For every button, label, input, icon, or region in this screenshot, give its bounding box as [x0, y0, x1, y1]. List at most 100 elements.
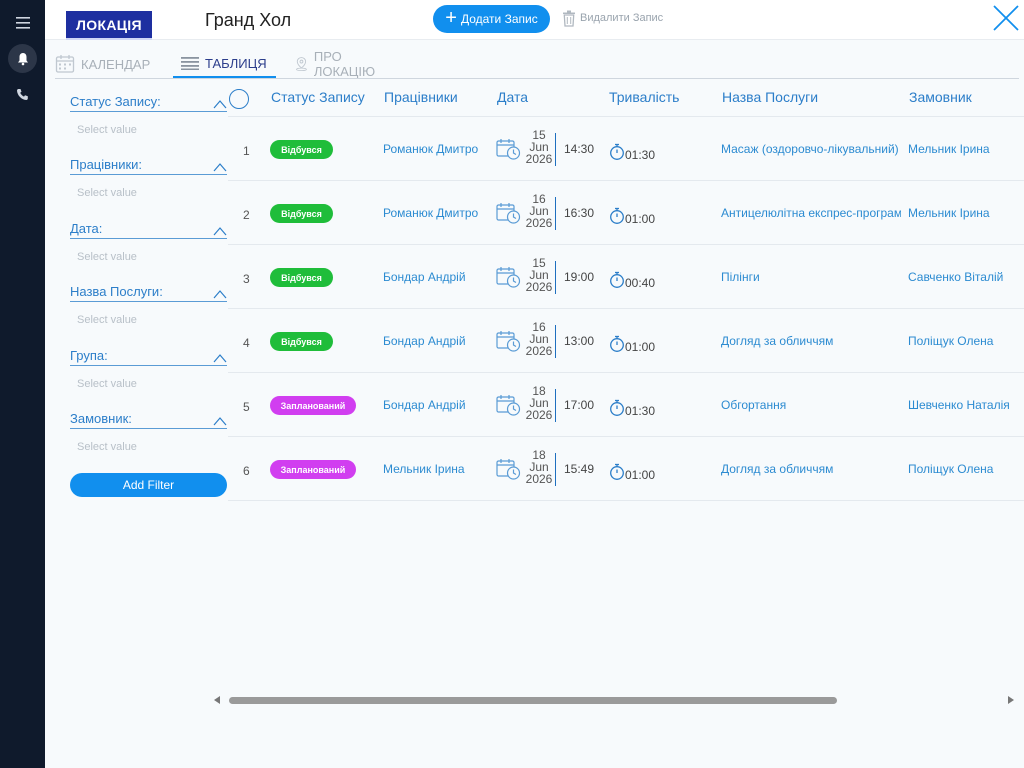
tab-calendar[interactable]: КАЛЕНДАР: [55, 50, 150, 78]
add-filter-button[interactable]: Add Filter: [70, 473, 227, 497]
worker-link[interactable]: Романюк Дмитро: [383, 206, 478, 220]
date-year: 2026: [525, 344, 553, 358]
service-link[interactable]: Масаж (оздоровчо-лікувальний): [721, 142, 901, 156]
chevron-up-icon[interactable]: [213, 99, 227, 109]
duration-value: 01:30: [625, 148, 656, 162]
row-number: 5: [243, 400, 250, 414]
chevron-up-icon[interactable]: [213, 353, 227, 363]
row-number: 4: [243, 336, 250, 350]
table-row[interactable]: 2 Відбувся Романюк Дмитро 16 Jun 2026 16:30 01:…: [228, 181, 1024, 245]
column-header-duration[interactable]: Тривалість: [609, 89, 679, 105]
menu-icon[interactable]: [8, 8, 37, 37]
tab-about-location[interactable]: ПРО ЛОКАЦІЮ: [295, 49, 380, 79]
column-header-client[interactable]: Замовник: [909, 89, 972, 105]
worker-link[interactable]: Бондар Андрій: [383, 270, 466, 284]
tab-table[interactable]: ТАБЛИЦЯ: [173, 50, 276, 78]
filter-select-value[interactable]: Select value: [70, 441, 227, 453]
stopwatch-icon: [610, 271, 624, 288]
worker-link[interactable]: Бондар Андрій: [383, 334, 466, 348]
service-link[interactable]: Догляд за обличчям: [721, 462, 901, 476]
tab-table-label: ТАБЛИЦЯ: [205, 55, 267, 71]
service-link[interactable]: Пілінги: [721, 270, 901, 284]
filter-select-value[interactable]: Select value: [70, 251, 227, 263]
date-year: 2026: [525, 408, 553, 422]
row-number: 2: [243, 208, 250, 222]
filter-dropdown[interactable]: Працівники:: [70, 153, 227, 175]
filter-group: Замовник: Select value: [70, 407, 227, 453]
filter-select-value[interactable]: Select value: [70, 124, 227, 136]
client-link[interactable]: Мельник Ірина: [908, 206, 990, 220]
scrollbar-thumb[interactable]: [229, 697, 837, 704]
filter-dropdown[interactable]: Замовник:: [70, 407, 227, 429]
scroll-right-arrow-icon[interactable]: [1008, 696, 1014, 704]
chevron-up-icon[interactable]: [213, 416, 227, 426]
client-link[interactable]: Поліщук Олена: [908, 462, 993, 476]
close-icon[interactable]: [992, 4, 1020, 32]
phone-icon[interactable]: [8, 80, 37, 109]
filter-select-value[interactable]: Select value: [70, 187, 227, 199]
filter-dropdown[interactable]: Дата:: [70, 217, 227, 239]
add-record-button[interactable]: + Додати Запис: [433, 5, 550, 33]
status-badge: Запланований: [270, 460, 356, 479]
calendar-clock-icon: [496, 267, 521, 288]
tabs-divider: [55, 78, 1019, 79]
filter-dropdown[interactable]: Група:: [70, 344, 227, 366]
chevron-up-icon[interactable]: [213, 226, 227, 236]
date-block: 16 Jun 2026: [525, 193, 553, 229]
client-link[interactable]: Поліщук Олена: [908, 334, 993, 348]
table-row[interactable]: 5 Запланований Бондар Андрій 18 Jun 2026 17:00…: [228, 373, 1024, 437]
chevron-up-icon[interactable]: [213, 162, 227, 172]
client-link[interactable]: Мельник Ірина: [908, 142, 990, 156]
service-link[interactable]: Антицелюлітна експрес-програма: [721, 206, 901, 220]
filter-group: Група: Select value: [70, 344, 227, 390]
stopwatch-icon: [610, 207, 624, 224]
horizontal-scrollbar[interactable]: [212, 693, 1019, 707]
scroll-left-arrow-icon[interactable]: [214, 696, 220, 704]
client-link[interactable]: Савченко Віталій: [908, 270, 1003, 284]
worker-link[interactable]: Романюк Дмитро: [383, 142, 478, 156]
status-badge: Відбувся: [270, 140, 333, 159]
bell-icon[interactable]: [8, 44, 37, 73]
client-link[interactable]: Шевченко Наталія: [908, 398, 1010, 412]
table-row[interactable]: 4 Відбувся Бондар Андрій 16 Jun 2026 13:00 01:0…: [228, 309, 1024, 373]
service-link[interactable]: Обгортання: [721, 398, 901, 412]
column-header-status[interactable]: Статус Запису: [271, 89, 365, 105]
date-year: 2026: [525, 280, 553, 294]
stopwatch-icon: [610, 143, 624, 160]
filter-label: Замовник:: [70, 411, 132, 426]
column-header-date[interactable]: Дата: [497, 89, 528, 105]
table-row[interactable]: 6 Запланований Мельник Ірина 18 Jun 2026 15:49…: [228, 437, 1024, 501]
filter-dropdown[interactable]: Назва Послуги:: [70, 280, 227, 302]
left-sidebar: [0, 0, 45, 768]
status-badge: Відбувся: [270, 204, 333, 223]
list-icon: [181, 57, 199, 70]
table-row[interactable]: 1 Відбувся Романюк Дмитро 15 Jun 2026 14:30 01:…: [228, 117, 1024, 181]
filter-dropdown[interactable]: Статус Запису:: [70, 90, 227, 112]
table-row[interactable]: 3 Відбувся Бондар Андрій 15 Jun 2026 19:00 00:4…: [228, 245, 1024, 309]
calendar-icon: [55, 55, 75, 73]
filter-label: Дата:: [70, 221, 103, 236]
duration-value: 01:00: [625, 212, 656, 226]
service-link[interactable]: Догляд за обличчям: [721, 334, 901, 348]
calendar-clock-icon: [496, 459, 521, 480]
row-number: 1: [243, 144, 250, 158]
select-all-checkbox[interactable]: [229, 89, 249, 109]
worker-link[interactable]: Бондар Андрій: [383, 398, 466, 412]
duration-value: 00:40: [625, 276, 656, 290]
delete-record-button[interactable]: Видалити Запис: [562, 8, 663, 28]
column-header-service[interactable]: Назва Послуги: [722, 89, 818, 105]
column-header-workers[interactable]: Працівники: [384, 89, 458, 105]
date-year: 2026: [525, 472, 553, 486]
filter-group: Назва Послуги: Select value: [70, 280, 227, 326]
date-divider: [555, 453, 556, 486]
duration-value: 01:00: [625, 340, 656, 354]
duration-value: 01:00: [625, 468, 656, 482]
tab-about-location-label: ПРО ЛОКАЦІЮ: [313, 49, 376, 79]
chevron-up-icon[interactable]: [213, 289, 227, 299]
date-divider: [555, 133, 556, 166]
date-block: 15 Jun 2026: [525, 257, 553, 293]
filter-select-value[interactable]: Select value: [70, 378, 227, 390]
filter-select-value[interactable]: Select value: [70, 314, 227, 326]
worker-link[interactable]: Мельник Ірина: [383, 462, 465, 476]
time-value: 13:00: [564, 334, 595, 348]
